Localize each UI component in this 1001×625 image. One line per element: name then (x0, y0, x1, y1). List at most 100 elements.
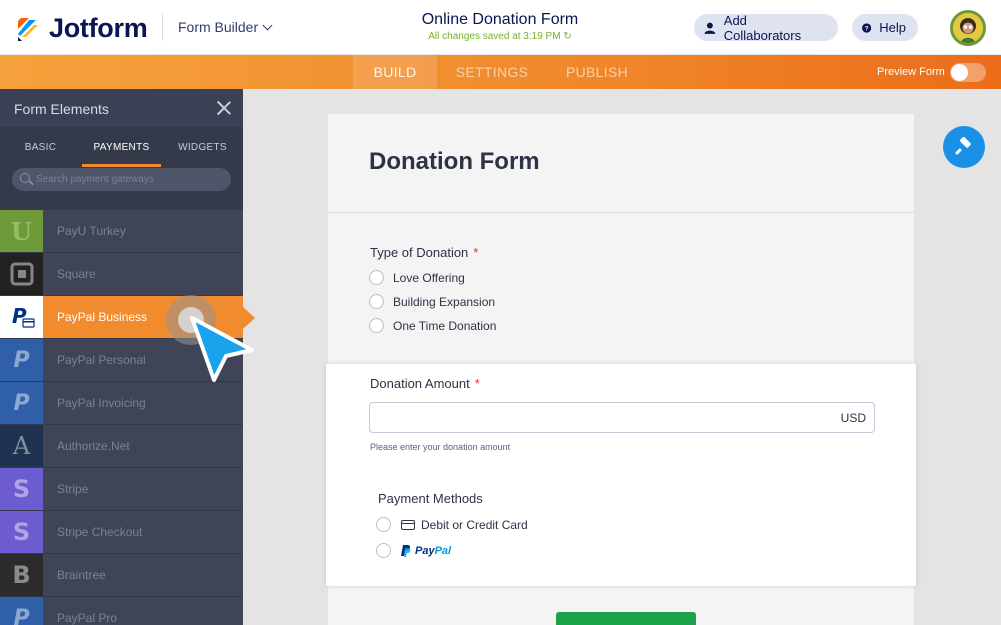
submit-button[interactable] (556, 612, 696, 625)
list-item-square[interactable]: Square (0, 253, 243, 296)
help-button[interactable]: ? Help (852, 14, 918, 41)
paypal-icon: P (0, 382, 43, 424)
radio-button[interactable] (369, 270, 384, 285)
form-builder-menu[interactable]: Form Builder (178, 19, 273, 35)
list-item-paypal-invoicing[interactable]: P PayPal Invoicing (0, 382, 243, 425)
paypal-logo-icon (401, 544, 411, 557)
donation-amount-input[interactable] (378, 409, 818, 427)
form-title[interactable]: Online Donation Form (350, 11, 650, 29)
chevron-down-icon (262, 20, 273, 30)
svg-text:?: ? (865, 25, 869, 32)
stripe-icon: S (0, 468, 43, 510)
toggle-knob (951, 64, 968, 81)
list-item-paypal-pro[interactable]: P PayPal Pro (0, 597, 243, 625)
braintree-icon: B (0, 554, 43, 596)
search-icon (20, 173, 30, 183)
payu-icon-glyph: U (11, 216, 32, 246)
save-status: All changes saved at 3:19 PM ↻ (350, 31, 650, 42)
authorize-net-icon-glyph: A (12, 432, 31, 460)
paypal-icon-glyph: P (13, 390, 30, 416)
form-designer-button[interactable] (943, 126, 985, 168)
paypal-logo-text: PayPal (415, 545, 451, 557)
payment-card-option[interactable]: Debit or Credit Card (376, 517, 528, 532)
panel-tabs: BASIC PAYMENTS WIDGETS (0, 127, 243, 168)
radio-building-expansion[interactable]: Building Expansion (369, 294, 495, 309)
radio-button[interactable] (369, 294, 384, 309)
list-item-label: Square (57, 267, 96, 281)
search-input[interactable] (36, 172, 226, 187)
tab-settings[interactable]: SETTINGS (446, 55, 538, 89)
list-item-braintree[interactable]: B Braintree (0, 554, 243, 597)
paypal-pal: Pal (434, 544, 452, 557)
preview-form-toggle[interactable] (950, 63, 986, 82)
list-item-stripe-checkout[interactable]: S Stripe Checkout (0, 511, 243, 554)
list-item-label: PayPal Invoicing (57, 396, 146, 410)
save-status-text: All changes saved at 3:19 PM (428, 31, 561, 42)
jotform-logo-icon (18, 17, 38, 41)
question-icon: ? (862, 22, 872, 32)
radio-button[interactable] (369, 318, 384, 333)
payment-card-label: Debit or Credit Card (421, 517, 528, 532)
radio-love-offering[interactable]: Love Offering (369, 270, 465, 285)
paypal-icon-glyph: P (13, 605, 30, 625)
currency-label: USD (840, 411, 866, 425)
payment-search (0, 168, 243, 200)
radio-button[interactable] (376, 543, 391, 558)
add-collaborators-button[interactable]: Add Collaborators (694, 12, 838, 43)
tab-build[interactable]: BUILD (353, 55, 437, 89)
form-heading[interactable]: Donation Form (369, 148, 540, 176)
stripe-icon-glyph: S (12, 475, 31, 503)
donation-amount-field[interactable]: USD (369, 402, 875, 433)
search-box[interactable] (12, 168, 231, 191)
tab-widgets[interactable]: WIDGETS (162, 127, 243, 168)
paypal-pay: Pay (415, 544, 435, 557)
paypal-icon: P (0, 597, 43, 625)
avatar[interactable] (950, 10, 986, 46)
amount-sublabel: Please enter your donation amount (370, 442, 511, 452)
type-of-donation-text: Type of Donation (370, 245, 469, 260)
stripe-checkout-icon: S (0, 511, 43, 553)
avatar-image (953, 13, 983, 43)
square-icon (0, 253, 43, 295)
payment-gateway-list: U PayU Turkey Square P PayPal Business P… (0, 210, 243, 625)
paint-roller-icon (955, 137, 971, 155)
list-item-authorize-net[interactable]: A Authorize.Net (0, 425, 243, 468)
list-item-payu-turkey[interactable]: U PayU Turkey (0, 210, 243, 253)
list-item-label: Stripe (57, 482, 89, 496)
close-icon[interactable] (216, 100, 232, 116)
tab-basic[interactable]: BASIC (0, 127, 81, 168)
list-item-label: Stripe Checkout (57, 525, 143, 539)
brand-name: Jotform (49, 13, 148, 43)
list-item-label: PayPal Business (57, 310, 148, 324)
payment-methods-label: Payment Methods (378, 491, 483, 506)
authorize-net-icon: A (0, 425, 43, 467)
add-collaborators-label: Add Collaborators (723, 12, 802, 43)
refresh-icon: ↻ (563, 31, 572, 42)
tab-publish[interactable]: PUBLISH (556, 55, 638, 89)
list-item-stripe[interactable]: S Stripe (0, 468, 243, 511)
braintree-icon-glyph: B (12, 561, 31, 589)
tab-payments[interactable]: PAYMENTS (81, 127, 162, 168)
list-item-label: PayPal Personal (57, 353, 146, 367)
payment-paypal-option[interactable]: PayPal (376, 543, 451, 558)
radio-one-time-donation[interactable]: One Time Donation (369, 318, 496, 333)
stripe-checkout-icon-glyph: S (12, 518, 31, 546)
credit-card-icon (401, 519, 415, 530)
header-divider (162, 14, 163, 41)
radio-button[interactable] (376, 517, 391, 532)
paypal-icon-glyph: P (13, 347, 30, 373)
list-item-label: PayU Turkey (57, 224, 126, 238)
radio-label: One Time Donation (393, 318, 497, 333)
donation-amount-label: Donation Amount * (370, 376, 480, 391)
radio-label: Building Expansion (393, 294, 496, 309)
builder-nav: BUILD SETTINGS PUBLISH Preview Form (0, 55, 1001, 89)
payu-icon: U (0, 210, 43, 252)
user-icon (704, 22, 716, 34)
form-builder-label: Form Builder (178, 19, 259, 35)
list-item-label: Braintree (57, 568, 106, 582)
square-icon-glyph (10, 262, 33, 286)
mouse-pointer-icon (190, 316, 254, 382)
form-divider (328, 212, 914, 213)
type-of-donation-label: Type of Donation * (370, 245, 478, 260)
jotform-logo[interactable]: Jotform (15, 13, 148, 44)
